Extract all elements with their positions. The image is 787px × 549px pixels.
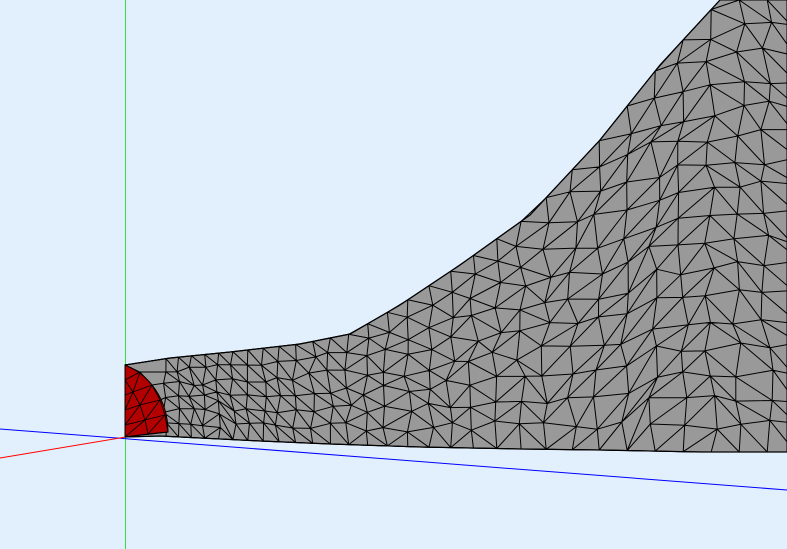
mesh-scene[interactable] <box>0 0 787 549</box>
mesh-body[interactable] <box>124 0 787 453</box>
z-axis-line <box>0 435 133 459</box>
3d-viewport[interactable] <box>0 0 787 549</box>
mesh-surface[interactable] <box>124 0 787 453</box>
